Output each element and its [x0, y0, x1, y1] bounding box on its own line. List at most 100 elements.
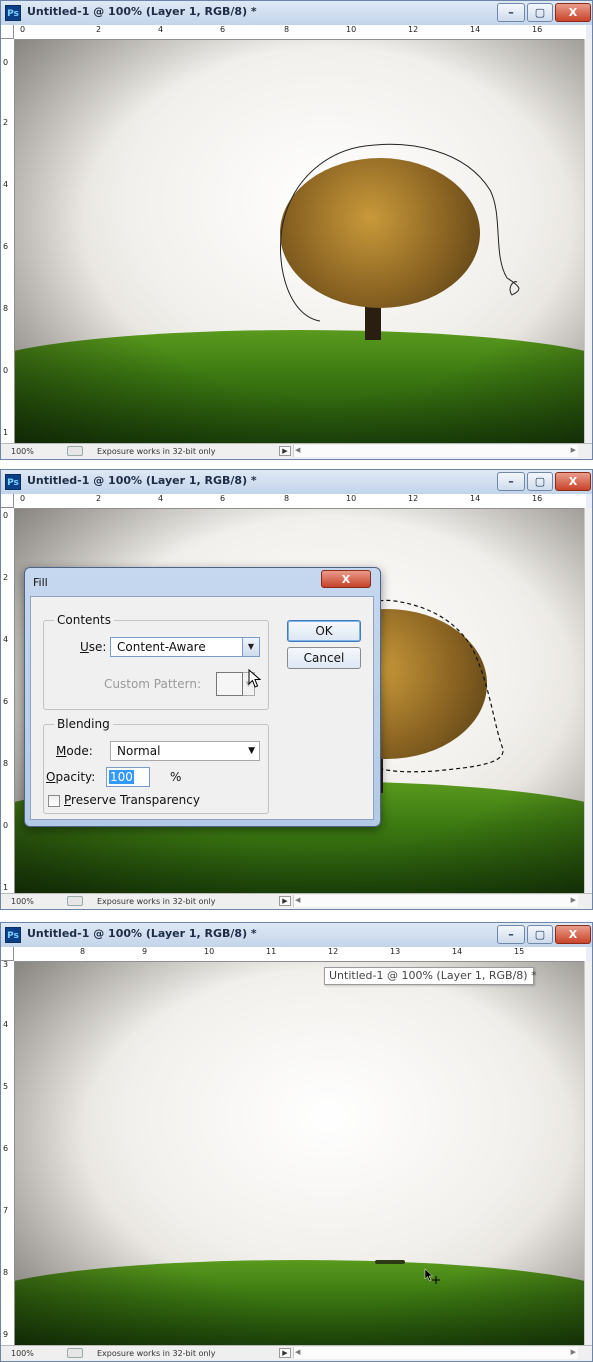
ruler-label: 6: [3, 1144, 9, 1153]
chevron-down-icon[interactable]: ▼: [242, 638, 259, 656]
vertical-ruler[interactable]: 3 4 5 6 7 8 9: [1, 961, 15, 1346]
maximize-button[interactable]: ▢: [527, 472, 553, 491]
photoshop-document-window-3: Ps Untitled-1 @ 100% (Layer 1, RGB/8) * …: [0, 922, 593, 1362]
ruler-label: 5: [3, 1082, 9, 1091]
scroll-right-icon[interactable]: ▶: [571, 446, 576, 454]
scroll-left-icon[interactable]: ◀: [295, 446, 300, 454]
move-cursor-icon: [424, 1268, 440, 1284]
ruler-label: 8: [3, 1268, 9, 1277]
horizontal-scrollbar[interactable]: [293, 445, 578, 457]
scroll-right-icon[interactable]: ▶: [571, 896, 576, 904]
ruler-label: 9: [142, 947, 148, 956]
ruler-label: 10: [204, 947, 215, 956]
use-label: Use:: [80, 640, 107, 654]
scroll-right-icon[interactable]: ▶: [571, 1348, 576, 1356]
vertical-scrollbar[interactable]: [584, 508, 592, 894]
document-info-icon[interactable]: [67, 1348, 83, 1358]
status-menu-arrow-icon[interactable]: ▶: [279, 1348, 291, 1358]
horizontal-ruler[interactable]: 8 9 10 11 12 13 14 15: [14, 947, 586, 962]
close-button[interactable]: X: [555, 925, 591, 944]
minimize-button[interactable]: –: [497, 472, 525, 491]
image-canvas[interactable]: [15, 962, 584, 1346]
ruler-label: 6: [220, 494, 226, 503]
cancel-button[interactable]: Cancel: [287, 647, 361, 669]
zoom-level[interactable]: 100%: [11, 447, 34, 456]
ruler-label: 9: [3, 1330, 9, 1339]
blending-group: Blending Mode: Normal ▼ Opacity: 100 % P…: [43, 717, 269, 814]
ruler-label: 12: [408, 494, 419, 503]
photoshop-app-icon: Ps: [5, 5, 21, 21]
custom-pattern-swatch: [216, 672, 243, 696]
opacity-input[interactable]: 100: [106, 767, 150, 787]
maximize-button[interactable]: ▢: [527, 3, 553, 22]
chevron-down-icon[interactable]: ▼: [248, 742, 255, 760]
image-canvas[interactable]: [15, 40, 584, 444]
lasso-selection-outline: [279, 143, 520, 322]
ruler-label: 14: [452, 947, 463, 956]
ruler-label: 12: [328, 947, 339, 956]
status-bar: 100% Exposure works in 32-bit only ▶ ◀ ▶: [1, 893, 592, 909]
scroll-left-icon[interactable]: ◀: [295, 1348, 300, 1356]
preserve-transparency-label[interactable]: Preserve Transparency: [64, 793, 200, 807]
dialog-close-button[interactable]: X: [321, 570, 371, 588]
horizontal-ruler[interactable]: 0 2 4 6 8 10 12 14 16: [14, 25, 586, 40]
vertical-scrollbar[interactable]: [584, 39, 592, 444]
mode-select[interactable]: Normal ▼: [110, 741, 260, 761]
use-select[interactable]: Content-Aware ▼: [110, 637, 260, 657]
photoshop-document-window-1: Ps Untitled-1 @ 100% (Layer 1, RGB/8) * …: [0, 0, 593, 460]
document-info-icon[interactable]: [67, 896, 83, 906]
ok-button[interactable]: OK: [287, 620, 361, 642]
vertical-scrollbar[interactable]: [584, 961, 592, 1346]
document-info-icon[interactable]: [67, 446, 83, 456]
ruler-origin[interactable]: [1, 494, 14, 508]
title-bar[interactable]: Ps Untitled-1 @ 100% (Layer 1, RGB/8) * …: [1, 923, 592, 947]
minimize-button[interactable]: –: [497, 925, 525, 944]
horizontal-scrollbar[interactable]: [293, 895, 578, 907]
ruler-label: 8: [80, 947, 86, 956]
ruler-label: 16: [532, 494, 543, 503]
title-bar[interactable]: Ps Untitled-1 @ 100% (Layer 1, RGB/8) * …: [1, 1, 592, 25]
ruler-label: 8: [3, 304, 9, 313]
vertical-ruler[interactable]: 0 2 4 6 8 0 1: [1, 39, 15, 444]
ruler-label: 13: [390, 947, 401, 956]
zoom-level[interactable]: 100%: [11, 897, 34, 906]
dialog-body: Contents Use: Content-Aware ▼ Custom Pat…: [30, 596, 374, 820]
minimize-button[interactable]: –: [497, 3, 525, 22]
title-bar[interactable]: Ps Untitled-1 @ 100% (Layer 1, RGB/8) * …: [1, 470, 592, 494]
status-bar: 100% Exposure works in 32-bit only ▶ ◀ ▶: [1, 443, 592, 459]
horizontal-ruler[interactable]: 0 2 4 6 8 10 12 14 16: [14, 494, 586, 509]
ruler-label: 8: [3, 759, 9, 768]
ruler-label: 8: [284, 494, 290, 503]
vertical-ruler[interactable]: 0 2 4 6 8 0 1: [1, 508, 15, 894]
photoshop-app-icon: Ps: [5, 927, 21, 943]
ruler-label: 4: [158, 25, 164, 34]
horizontal-scrollbar[interactable]: [293, 1347, 578, 1359]
status-menu-arrow-icon[interactable]: ▶: [279, 446, 291, 456]
ruler-label: 2: [3, 118, 9, 127]
ruler-label: 0: [3, 511, 9, 520]
opacity-unit: %: [170, 770, 182, 784]
ruler-label: 3: [3, 961, 9, 969]
ruler-label: 6: [3, 697, 9, 706]
ruler-label: 16: [532, 25, 543, 34]
scroll-left-icon[interactable]: ◀: [295, 896, 300, 904]
status-menu-arrow-icon[interactable]: ▶: [279, 896, 291, 906]
status-message: Exposure works in 32-bit only: [97, 447, 216, 456]
ruler-origin[interactable]: [1, 947, 14, 961]
ruler-origin[interactable]: [1, 25, 14, 39]
close-button[interactable]: X: [555, 472, 591, 491]
ruler-label: 0: [3, 58, 9, 67]
zoom-level[interactable]: 100%: [11, 1349, 34, 1358]
ruler-label: 14: [470, 25, 481, 34]
opacity-label: Opacity:: [46, 770, 96, 784]
fill-dialog: Fill X Contents Use: Content-Aware ▼ Cus…: [24, 567, 381, 827]
ruler-label: 8: [284, 25, 290, 34]
ruler-label: 10: [346, 25, 357, 34]
status-message: Exposure works in 32-bit only: [97, 1349, 216, 1358]
window-title: Untitled-1 @ 100% (Layer 1, RGB/8) *: [27, 927, 257, 940]
window-title-tooltip: Untitled-1 @ 100% (Layer 1, RGB/8) *: [324, 967, 537, 985]
preserve-transparency-checkbox[interactable]: [48, 795, 60, 807]
maximize-button[interactable]: ▢: [527, 925, 553, 944]
status-message: Exposure works in 32-bit only: [97, 897, 216, 906]
close-button[interactable]: X: [555, 3, 591, 22]
